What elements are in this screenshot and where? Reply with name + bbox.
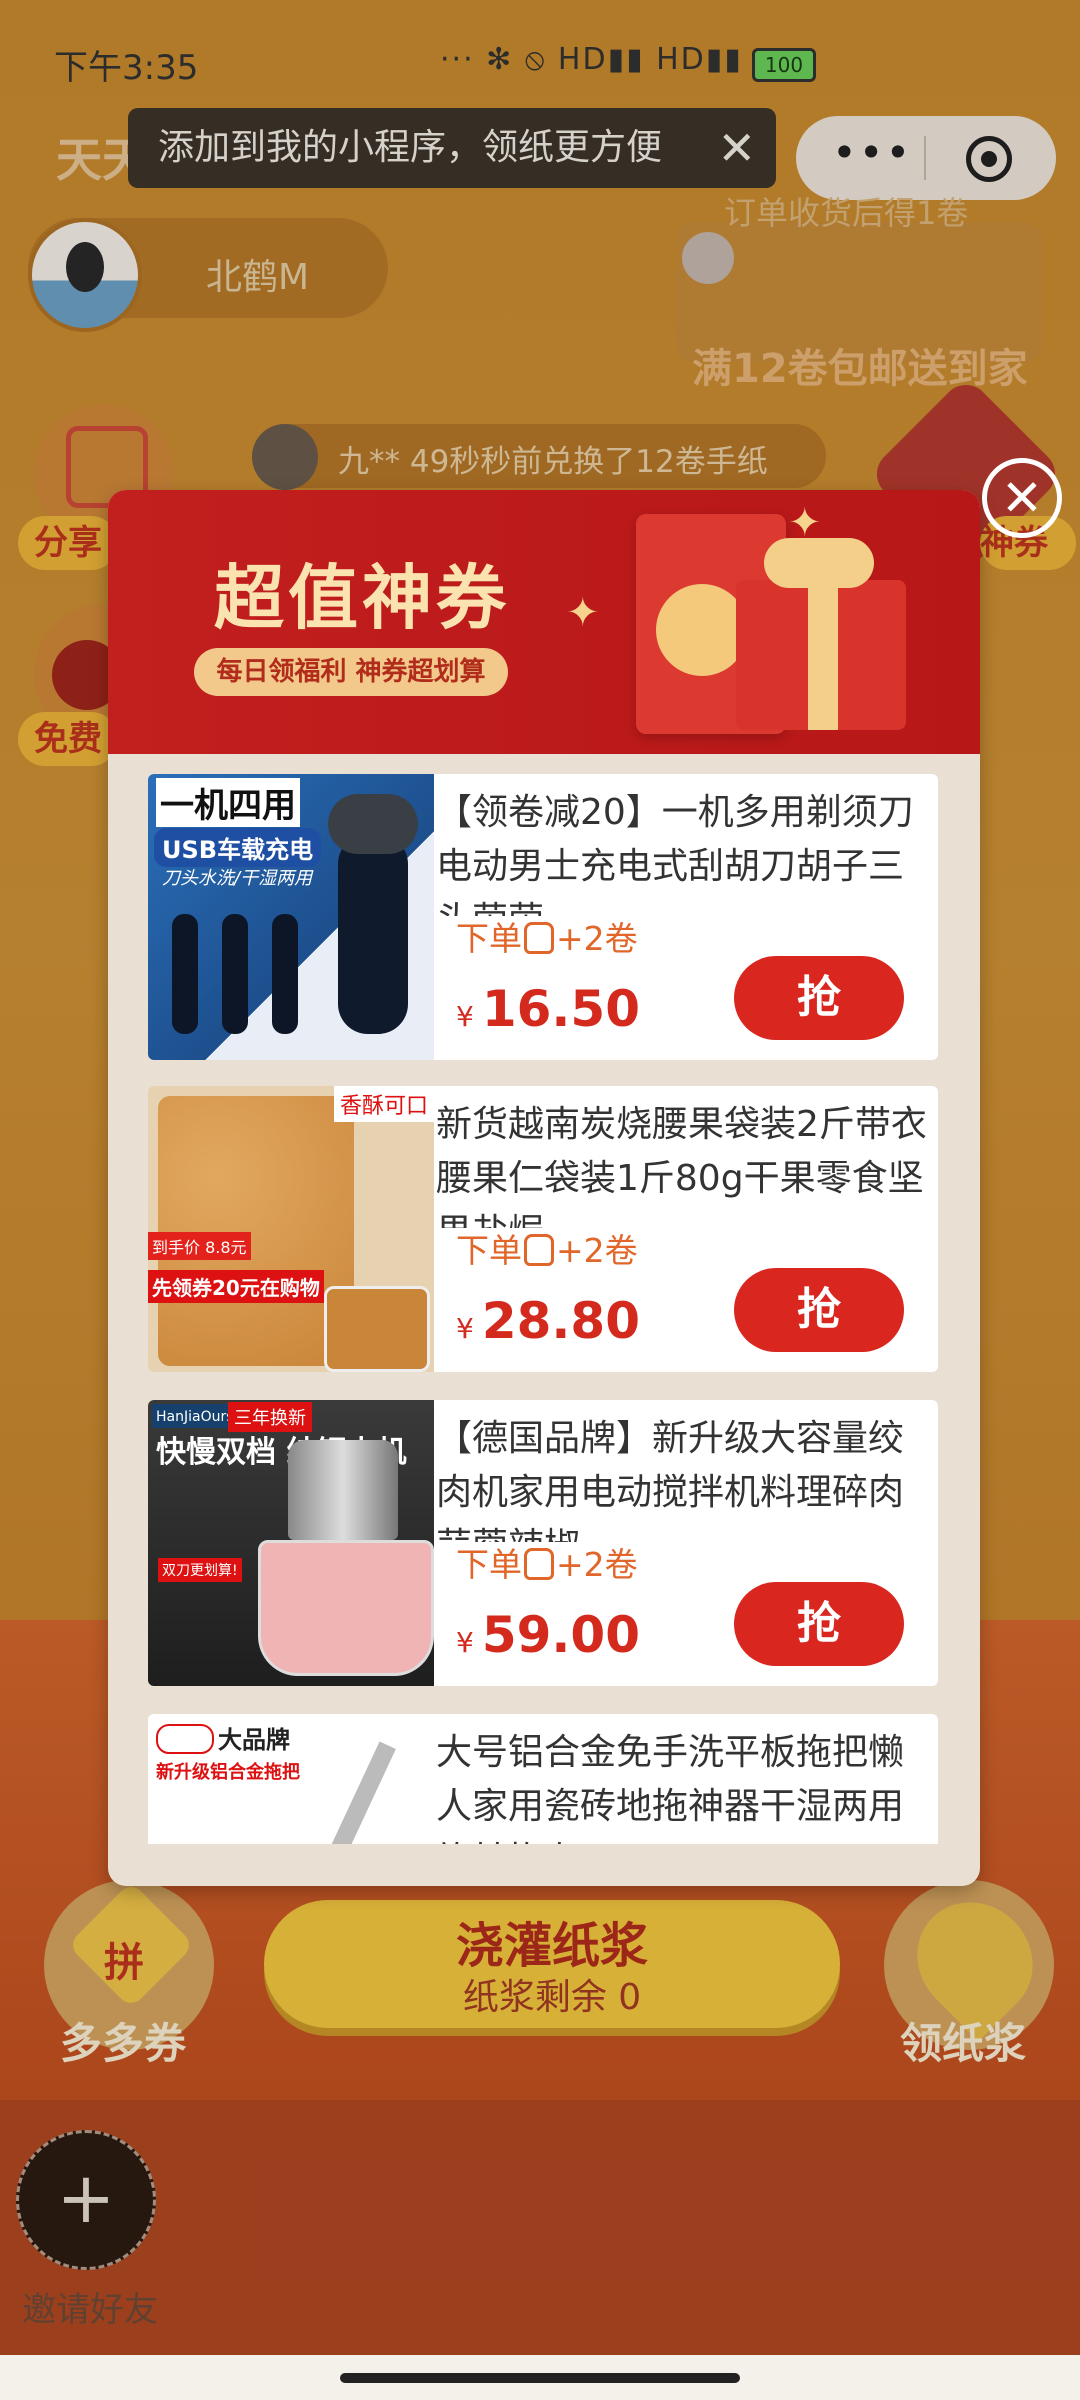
shaver-image bbox=[338, 834, 408, 1034]
product-name: 【德国品牌】新升级大容量绞肉机家用电动搅拌机料理碎肉蒜蓉辣椒 bbox=[436, 1418, 905, 1542]
reward-amount: +2卷 bbox=[556, 919, 638, 958]
modal-header: 超值神券 每日领福利 神券超划算 ✦ ✦ bbox=[108, 490, 980, 754]
toilet-roll-icon bbox=[524, 922, 554, 954]
thumb-title: 一机四用 bbox=[156, 778, 300, 827]
sparkle-icon: ✦ bbox=[566, 590, 600, 636]
thumb-badge: USB车载充电 bbox=[154, 828, 322, 867]
product-price: ¥16.50 bbox=[456, 980, 640, 1038]
thumb-subtitle: 刀头水洗/干湿两用 bbox=[162, 868, 313, 889]
product-price: ¥59.00 bbox=[456, 1606, 640, 1664]
product-reward: 下单 +2卷 bbox=[456, 1224, 638, 1272]
product-name: 新货越南炭烧腰果袋装2斤带衣腰果仁袋装1斤80g干果零食坚果盐焗 bbox=[436, 1104, 927, 1228]
product-image[interactable]: 大品牌 新升级铝合金拖把 bbox=[148, 1714, 434, 1844]
reward-prefix: 下单 bbox=[456, 919, 522, 958]
toilet-roll-icon bbox=[524, 1234, 554, 1266]
product-card[interactable]: 大品牌 新升级铝合金拖把 大号铝合金免手洗平板拖把懒人家用瓷砖地拖神器干湿两用旋… bbox=[148, 1714, 938, 1844]
mop-image bbox=[278, 1741, 396, 1844]
product-name: 【领卷减20】一机多用剃须刀电动男士充电式刮胡刀胡子三头荣荣 bbox=[436, 792, 914, 916]
product-image[interactable]: 香酥可口 到手价 8.8元 先领券20元在购物 bbox=[148, 1086, 434, 1372]
cashew-bowl-image bbox=[324, 1286, 430, 1372]
modal-subtitle: 每日领福利 神券超划算 bbox=[194, 648, 508, 696]
modal-close-icon[interactable]: ✕ bbox=[982, 458, 1062, 538]
reward-amount: +2卷 bbox=[556, 1231, 638, 1270]
shaver-head-image bbox=[328, 794, 418, 854]
product-reward: 下单 +2卷 bbox=[456, 912, 638, 960]
shaver-image bbox=[222, 914, 248, 1034]
grab-button[interactable]: 抢 bbox=[734, 1268, 904, 1352]
grab-button[interactable]: 抢 bbox=[734, 1582, 904, 1666]
brand-logo-icon bbox=[156, 1724, 214, 1754]
product-price: ¥28.80 bbox=[456, 1292, 640, 1350]
product-card[interactable]: 一机四用 USB车载充电 刀头水洗/干湿两用 【领卷减20】一机多用剃须刀电动男… bbox=[148, 774, 938, 1060]
product-list[interactable]: 一机四用 USB车载充电 刀头水洗/干湿两用 【领卷减20】一机多用剃须刀电动男… bbox=[148, 774, 938, 1844]
price-value: 16.50 bbox=[481, 980, 640, 1038]
reward-amount: +2卷 bbox=[556, 1545, 638, 1584]
currency-symbol: ¥ bbox=[456, 1312, 474, 1345]
shaver-image bbox=[172, 914, 198, 1034]
product-card[interactable]: HanJiaOurs 汉佳藕斯 三年换新 快慢双档 纯铜电机 双刀更划算! 【德… bbox=[148, 1400, 938, 1686]
grinder-motor-image bbox=[288, 1440, 398, 1540]
product-image[interactable]: HanJiaOurs 汉佳藕斯 三年换新 快慢双档 纯铜电机 双刀更划算! bbox=[148, 1400, 434, 1686]
currency-symbol: ¥ bbox=[456, 1626, 474, 1659]
grinder-bowl-image bbox=[258, 1540, 434, 1676]
home-indicator[interactable] bbox=[340, 2373, 740, 2383]
thumb-coupon-tag: 先领券20元在购物 bbox=[148, 1270, 324, 1303]
thumb-badge: 三年换新 bbox=[228, 1402, 312, 1432]
modal-title: 超值神券 bbox=[214, 557, 510, 639]
grab-button[interactable]: 抢 bbox=[734, 956, 904, 1040]
currency-symbol: ¥ bbox=[456, 1000, 474, 1033]
coin-icon bbox=[656, 584, 748, 676]
product-card[interactable]: 香酥可口 到手价 8.8元 先领券20元在购物 新货越南炭烧腰果袋装2斤带衣腰果… bbox=[148, 1086, 938, 1372]
price-value: 28.80 bbox=[481, 1292, 640, 1350]
thumb-red-tag: 双刀更划算! bbox=[158, 1558, 242, 1582]
product-reward: 下单 +2卷 bbox=[456, 1538, 638, 1586]
product-name: 大号铝合金免手洗平板拖把懒人家用瓷砖地拖神器干湿两用旋转拖布 bbox=[436, 1732, 905, 1844]
thumb-brand: 大品牌 bbox=[218, 1726, 290, 1754]
reward-prefix: 下单 bbox=[456, 1545, 522, 1584]
thumb-tag: 香酥可口 bbox=[333, 1086, 434, 1122]
toilet-roll-icon bbox=[524, 1548, 554, 1580]
thumb-price-tag: 到手价 8.8元 bbox=[148, 1232, 251, 1260]
thumb-subtitle: 新升级铝合金拖把 bbox=[156, 1762, 300, 1783]
reward-prefix: 下单 bbox=[456, 1231, 522, 1270]
sparkle-icon: ✦ bbox=[788, 500, 822, 546]
coupon-modal: 超值神券 每日领福利 神券超划算 ✦ ✦ 一机四用 USB车载充电 刀头水洗/干… bbox=[108, 490, 980, 1886]
shaver-image bbox=[272, 914, 298, 1034]
price-value: 59.00 bbox=[481, 1606, 640, 1664]
product-image[interactable]: 一机四用 USB车载充电 刀头水洗/干湿两用 bbox=[148, 774, 434, 1060]
